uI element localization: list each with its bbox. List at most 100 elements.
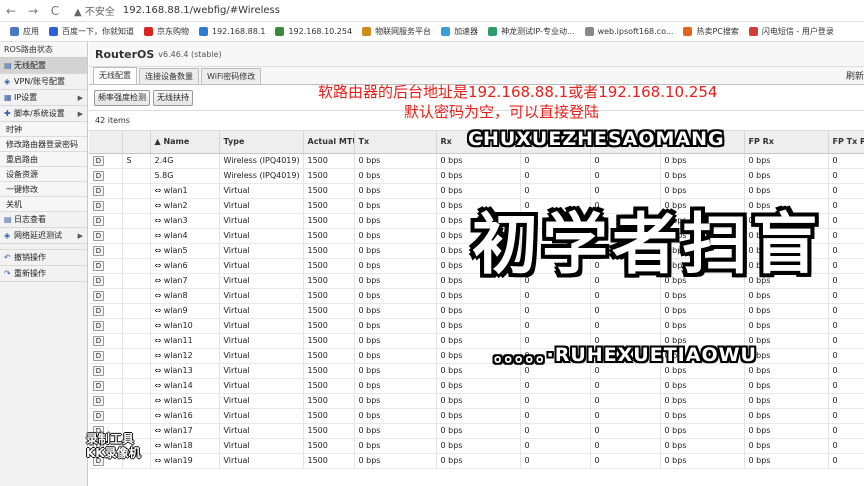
sidebar-item-label: 日志查看: [14, 215, 46, 224]
toolbar-button[interactable]: 频率强度检测: [94, 89, 150, 106]
rx-rate: 0 bps: [436, 288, 521, 304]
sidebar-action[interactable]: ↷ 重新操作: [0, 266, 87, 282]
sidebar-item[interactable]: ◈ 网络延迟测试 ▶: [0, 228, 87, 244]
table-row[interactable]: D ⇔ wlan8 Virtual 1500 0 bps 0 bps 0 0 0 bps 0 bp…: [89, 288, 864, 304]
interface-name: ⇔ wlan16: [150, 408, 220, 424]
column-header[interactable]: Type: [219, 131, 304, 154]
disable-button[interactable]: D: [93, 320, 104, 331]
disable-button[interactable]: D: [93, 245, 104, 256]
sidebar-subitem[interactable]: 时钟: [0, 122, 87, 137]
sidebar-item[interactable]: ▤ 日志查看: [0, 212, 87, 228]
column-header[interactable]: Actual MTU: [303, 131, 355, 154]
column-header[interactable]: FP Rx: [744, 131, 829, 154]
table-row[interactable]: D ⇔ wlan19 Virtual 1500 0 bps 0 bps 0 0 0 bps 0 b…: [89, 453, 864, 469]
forward-icon[interactable]: →: [22, 4, 44, 18]
url-input[interactable]: 192.168.88.1/webfig/#Wireless: [123, 5, 280, 16]
tx-rate: 0 bps: [354, 288, 437, 304]
disable-button[interactable]: D: [93, 365, 104, 376]
sidebar-item-label: VPN/账号配置: [14, 77, 65, 86]
disable-button[interactable]: D: [93, 170, 104, 181]
bookmark-item[interactable]: 加速器: [441, 26, 478, 37]
fp-rx: 0 bps: [744, 303, 829, 319]
table-row[interactable]: D S 2.4G Wireless (IPQ4019) 1500 0 bps 0 bps 0 0…: [89, 153, 864, 169]
sidebar-subitem[interactable]: 一键修改: [0, 182, 87, 197]
actual-mtu: 1500: [303, 318, 355, 334]
disable-button[interactable]: D: [93, 155, 104, 166]
sidebar-item-icon: ◈: [4, 77, 11, 86]
column-header[interactable]: [122, 131, 151, 154]
disable-button[interactable]: D: [93, 410, 104, 421]
reload-icon[interactable]: C: [44, 4, 66, 18]
tab-1[interactable]: 无线配置: [93, 67, 137, 84]
disable-button[interactable]: D: [93, 335, 104, 346]
fp-rx: 0 bps: [744, 153, 829, 169]
table-row[interactable]: D ⇔ wlan14 Virtual 1500 0 bps 0 bps 0 0 0 bps 0 b…: [89, 378, 864, 394]
table-row[interactable]: D ⇔ wlan17 Virtual 1500 0 bps 0 bps 0 0 0 bps 0 b…: [89, 423, 864, 439]
table-row[interactable]: D ⇔ wlan16 Virtual 1500 0 bps 0 bps 0 0 0 bps 0 b…: [89, 408, 864, 424]
sidebar-subitem[interactable]: 修改路由器登录密码: [0, 137, 87, 152]
table-row[interactable]: D ⇔ wlan10 Virtual 1500 0 bps 0 bps 0 0 0 bps 0 b…: [89, 318, 864, 334]
column-header[interactable]: [89, 131, 123, 154]
disable-button[interactable]: D: [93, 350, 104, 361]
disable-button[interactable]: D: [93, 305, 104, 316]
column-header[interactable]: Tx: [354, 131, 437, 154]
sidebar-subitem[interactable]: 关机: [0, 197, 87, 212]
tx-packets: 0: [520, 183, 591, 199]
bookmark-label: 热卖PC搜索: [696, 27, 739, 36]
fp-tx: 0 bps: [660, 393, 745, 409]
bookmark-item[interactable]: 京东购物: [144, 26, 189, 37]
recorder-watermark: 录制工具 KK录像机: [86, 432, 141, 460]
bookmark-item[interactable]: 应用: [10, 26, 39, 37]
sidebar-item[interactable]: ◈ VPN/账号配置: [0, 74, 87, 90]
bookmark-item[interactable]: web.ipsoft168.co...: [584, 27, 673, 36]
sidebar-header[interactable]: ROS路由状态: [0, 42, 87, 58]
sidebar-subitem[interactable]: 重启路由: [0, 152, 87, 167]
disable-button[interactable]: D: [93, 260, 104, 271]
bookmark-item[interactable]: 热卖PC搜索: [683, 26, 739, 37]
refresh-link[interactable]: 刷新: [846, 69, 864, 82]
sidebar-action[interactable]: ↶ 撤销操作: [0, 250, 87, 266]
disable-button[interactable]: D: [93, 395, 104, 406]
interface-type: Virtual: [219, 363, 304, 379]
sidebar-item[interactable]: ✚ 脚本/系统设置 ▶: [0, 106, 87, 122]
actual-mtu: 1500: [303, 153, 355, 169]
bookmark-item[interactable]: 百度一下，你就知道: [49, 26, 134, 37]
column-header[interactable]: FP Tx P (p/s): [828, 131, 864, 154]
bookmark-item[interactable]: 闪电短信 - 用户登录: [748, 26, 834, 37]
tx-rate: 0 bps: [354, 198, 437, 214]
sidebar-subitem[interactable]: 设备资源: [0, 167, 87, 182]
tx-rate: 0 bps: [354, 303, 437, 319]
disable-button[interactable]: D: [93, 185, 104, 196]
overlay-big-title: 初学者扫盲: [472, 206, 822, 283]
bookmark-label: 京东购物: [157, 27, 189, 36]
table-row[interactable]: D ⇔ wlan1 Virtual 1500 0 bps 0 bps 0 0 0 bps 0 bp…: [89, 183, 864, 199]
column-header[interactable]: ▲ Name: [150, 131, 220, 154]
tx-rate: 0 bps: [354, 228, 437, 244]
rx-packets: 0: [590, 408, 661, 424]
disable-button[interactable]: D: [93, 200, 104, 211]
bookmark-item[interactable]: 物联网服务平台: [362, 26, 431, 37]
disable-button[interactable]: D: [93, 290, 104, 301]
disable-button[interactable]: D: [93, 215, 104, 226]
fp-rx: 0 bps: [744, 393, 829, 409]
interfaces-table: ▲ Name Type Actual MTU Tx Rx Tx Packet (p/s) R…: [89, 131, 864, 469]
tab-3[interactable]: WiFi密码修改: [201, 68, 262, 84]
sidebar-item[interactable]: ▦ IP设置 ▶: [0, 90, 87, 106]
bookmark-item[interactable]: 神龙测试IP-专业动...: [488, 26, 575, 37]
sidebar-item-icon: ✚: [4, 109, 11, 118]
bookmark-item[interactable]: 192.168.88.1: [199, 27, 265, 36]
table-row[interactable]: D 5.8G Wireless (IPQ4019) 1500 0 bps 0 bps 0 0 0…: [89, 168, 864, 184]
bookmark-item[interactable]: 192.168.10.254: [275, 27, 352, 36]
toolbar-button[interactable]: 无线扶持: [153, 89, 193, 106]
disable-button[interactable]: D: [93, 230, 104, 241]
sidebar-item[interactable]: ▤ 无线配置: [0, 58, 87, 74]
disable-button[interactable]: D: [93, 380, 104, 391]
insecure-badge[interactable]: ▲ 不安全: [74, 3, 115, 18]
table-row[interactable]: D ⇔ wlan9 Virtual 1500 0 bps 0 bps 0 0 0 bps 0 bp…: [89, 303, 864, 319]
back-icon[interactable]: ←: [0, 4, 22, 18]
disable-button[interactable]: D: [93, 275, 104, 286]
table-row[interactable]: D ⇔ wlan15 Virtual 1500 0 bps 0 bps 0 0 0 bps 0 b…: [89, 393, 864, 409]
tab-2[interactable]: 连接设备数量: [139, 68, 199, 84]
disable-cell: D: [89, 198, 123, 214]
table-row[interactable]: D ⇔ wlan18 Virtual 1500 0 bps 0 bps 0 0 0 bps 0 b…: [89, 438, 864, 454]
